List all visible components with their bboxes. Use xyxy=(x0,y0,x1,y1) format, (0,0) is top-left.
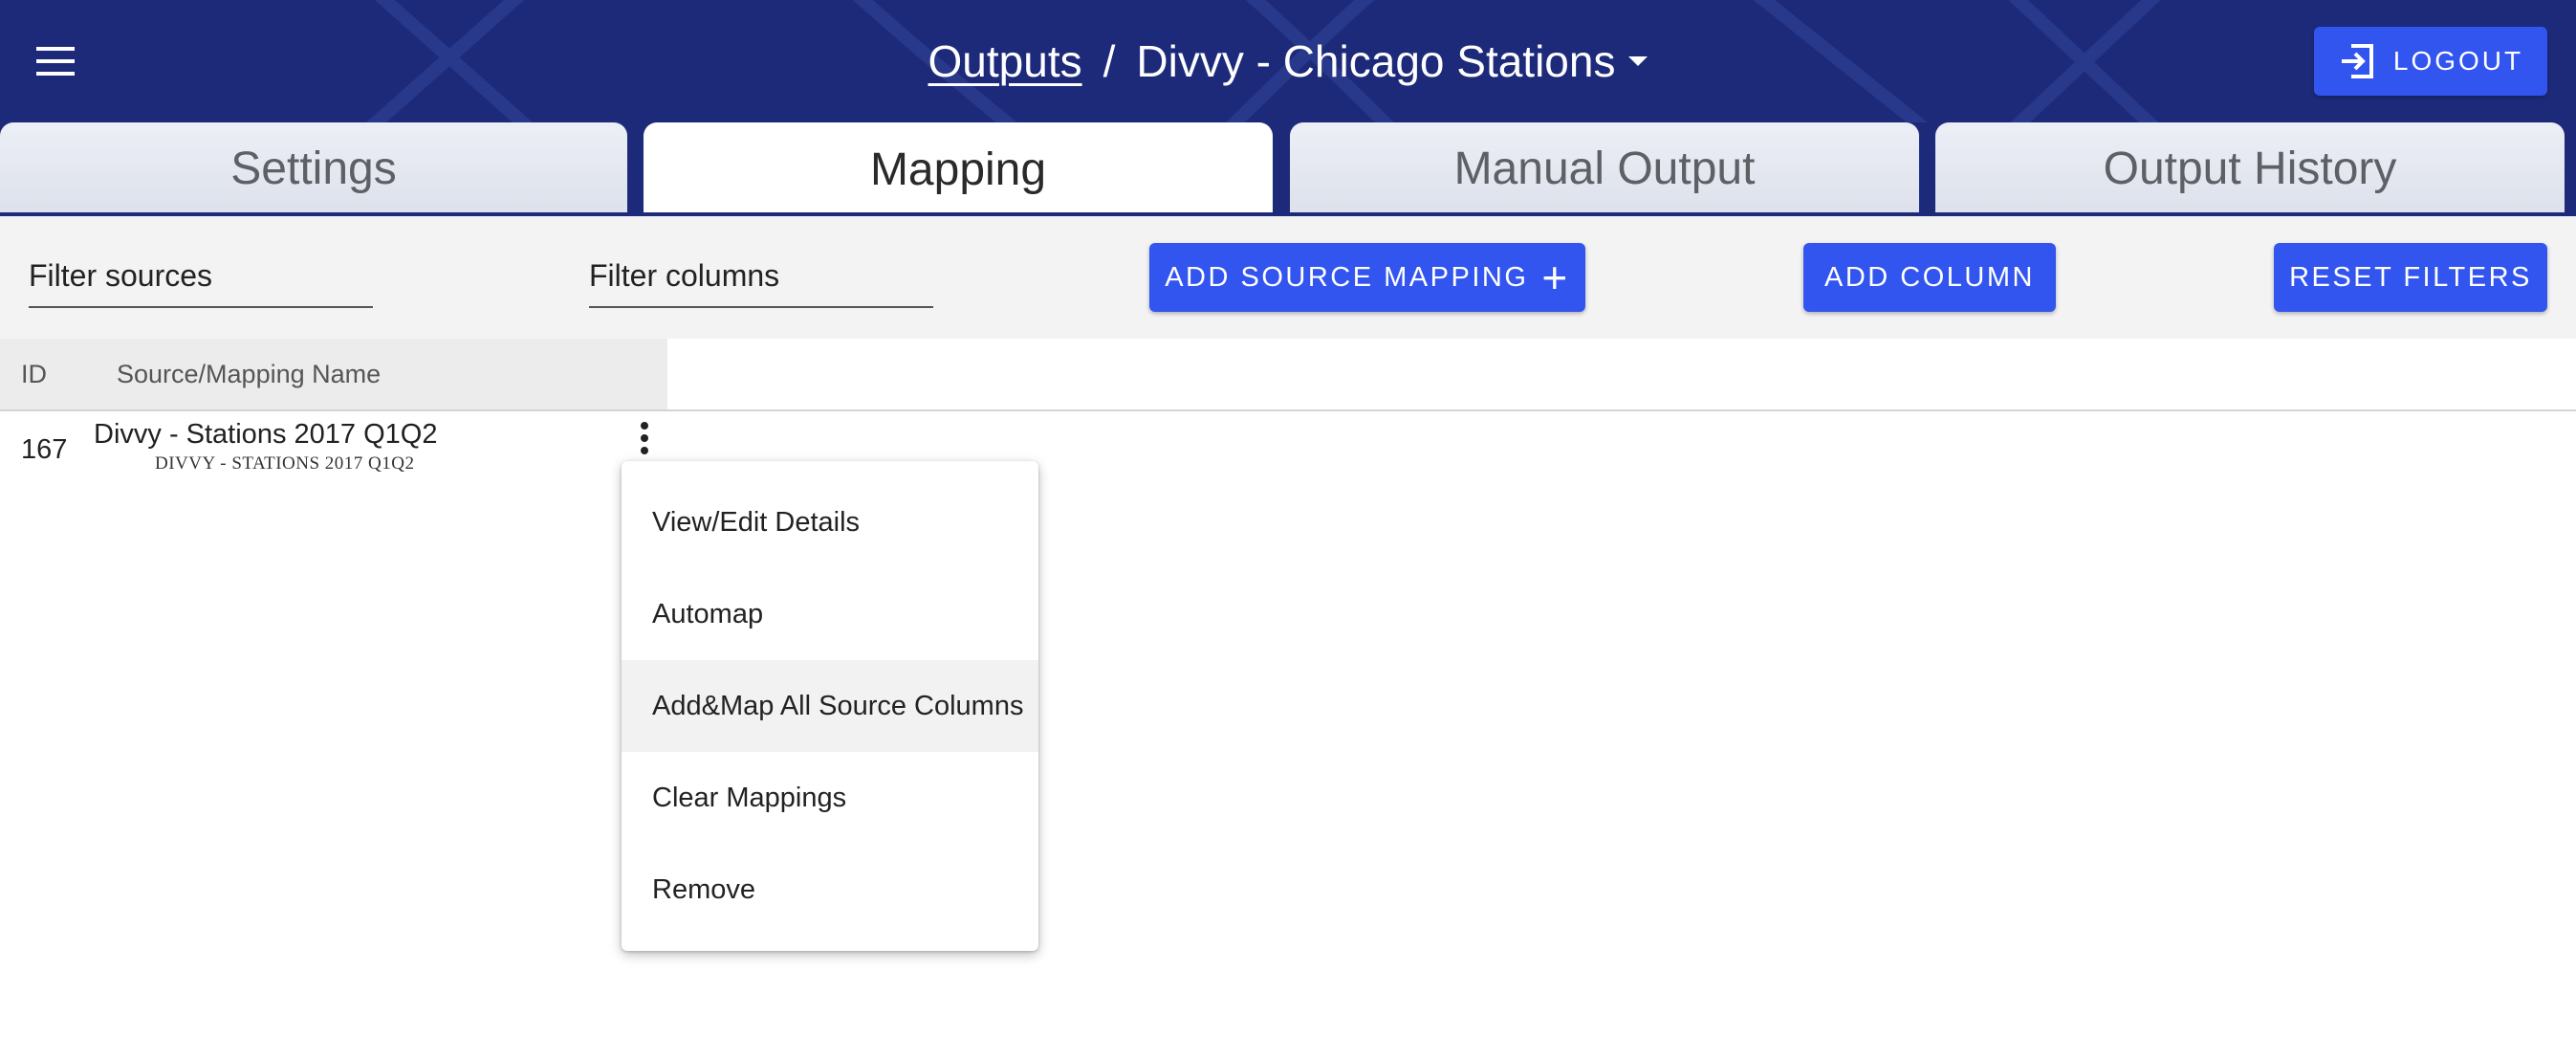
filter-toolbar: ADD SOURCE MAPPING + ADD COLUMN RESET FI… xyxy=(0,216,2576,339)
table-header: ID Source/Mapping Name xyxy=(0,339,2576,411)
add-source-mapping-label: ADD SOURCE MAPPING xyxy=(1165,261,1529,293)
tab-mapping[interactable]: Mapping xyxy=(644,122,1273,216)
add-column-button[interactable]: ADD COLUMN xyxy=(1803,243,2056,312)
row-actions-menu: View/Edit Details Automap Add&Map All So… xyxy=(622,461,1038,951)
current-output-title: Divvy - Chicago Stations xyxy=(1136,36,1616,86)
menu-item-view-edit-details[interactable]: View/Edit Details xyxy=(622,476,1038,568)
reset-filters-button[interactable]: RESET FILTERS xyxy=(2274,243,2547,312)
tab-bar: Settings Mapping Manual Output Output Hi… xyxy=(0,122,2576,216)
column-header-id[interactable]: ID xyxy=(21,360,47,389)
row-id: 167 xyxy=(21,434,68,465)
filter-columns-input[interactable] xyxy=(589,245,933,308)
plus-icon: + xyxy=(1541,253,1570,302)
app-header: Outputs / Divvy - Chicago Stations LOGOU… xyxy=(0,0,2576,122)
column-header-source-mapping-name[interactable]: Source/Mapping Name xyxy=(117,360,381,389)
breadcrumb-outputs-link[interactable]: Outputs xyxy=(928,35,1082,87)
logout-label: LOGOUT xyxy=(2392,46,2524,76)
menu-item-automap[interactable]: Automap xyxy=(622,568,1038,660)
tab-output-history[interactable]: Output History xyxy=(1935,122,2565,214)
logout-button[interactable]: LOGOUT xyxy=(2314,27,2547,96)
row-source-name: Divvy - Stations 2017 Q1Q2 xyxy=(94,419,438,450)
logout-icon xyxy=(2341,44,2373,78)
caret-down-icon xyxy=(1628,56,1648,66)
table-row[interactable]: 167 Divvy - Stations 2017 Q1Q2 DIVVY - S… xyxy=(0,411,2576,480)
filter-sources-input[interactable] xyxy=(29,245,373,308)
output-selector-dropdown[interactable]: Divvy - Chicago Stations xyxy=(1136,35,1648,87)
breadcrumb-separator: / xyxy=(1102,36,1116,86)
add-source-mapping-button[interactable]: ADD SOURCE MAPPING + xyxy=(1149,243,1585,312)
row-mapping-subtitle: DIVVY - STATIONS 2017 Q1Q2 xyxy=(155,453,415,474)
menu-item-add-map-all-source-columns[interactable]: Add&Map All Source Columns xyxy=(622,660,1038,752)
add-column-label: ADD COLUMN xyxy=(1824,261,2035,293)
tab-manual-output[interactable]: Manual Output xyxy=(1290,122,1919,214)
menu-item-remove[interactable]: Remove xyxy=(622,844,1038,936)
reset-filters-label: RESET FILTERS xyxy=(2289,261,2532,293)
menu-item-clear-mappings[interactable]: Clear Mappings xyxy=(622,752,1038,844)
more-vert-icon[interactable] xyxy=(627,413,662,463)
page-title: Outputs / Divvy - Chicago Stations xyxy=(0,29,2576,94)
tab-settings[interactable]: Settings xyxy=(0,122,627,214)
